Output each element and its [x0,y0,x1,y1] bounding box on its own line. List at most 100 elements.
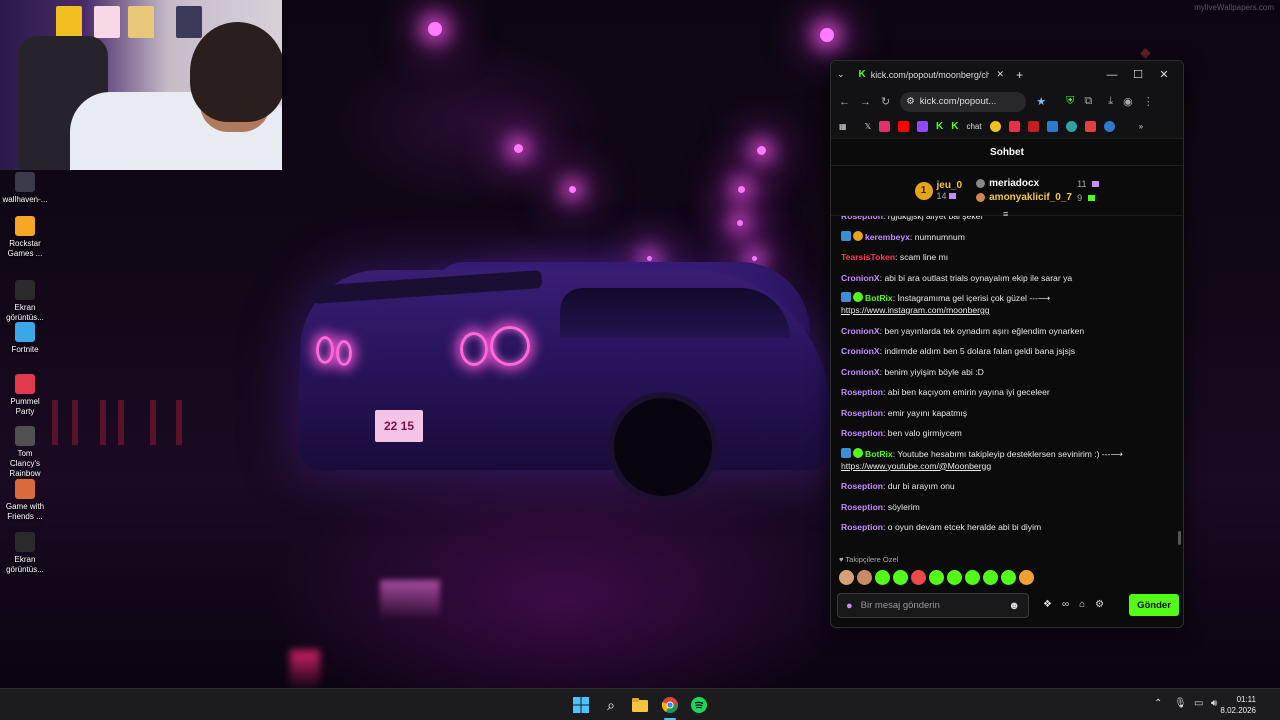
desktop-icon[interactable]: Fortnite [2,322,48,355]
bookmark-icon[interactable] [1008,121,1020,132]
forward-icon[interactable]: → [860,96,871,108]
microphone-tray-icon[interactable]: 🎙︎ [1174,698,1187,709]
chat-username[interactable]: TearsisToken [841,252,895,262]
bookmark-icon[interactable] [1065,121,1077,132]
back-icon[interactable]: ← [839,96,850,108]
bookmark-icon[interactable] [1046,121,1058,132]
extensions-icon[interactable]: ⧉ [1084,95,1092,108]
chat-username[interactable]: BotRix [865,293,893,303]
bookmark-star-icon[interactable]: ★ [1036,95,1046,108]
desktop-icon[interactable]: Ekran görüntüs... [2,280,48,323]
kick-chat-bookmark-icon[interactable]: K [951,121,958,132]
license-plate: 22 15 [375,410,423,442]
file-explorer-icon[interactable] [630,695,650,715]
leaderboard-third[interactable]: amonyaklicif_0_7 9 [976,192,1099,203]
message-input[interactable]: ● Bir mesaj gönderin ☻ [837,593,1029,618]
kick-favicon-icon: K [858,69,866,80]
chat-message-link[interactable]: https://www.youtube.com/@Moonbergg [841,461,991,471]
emote-icon[interactable] [983,570,998,585]
leaderboard-first[interactable]: 1 jeu_0 14 [914,180,962,201]
profile-avatar-icon[interactable]: ◉ [1123,95,1133,108]
gift-store-icon[interactable]: ⌂ [1079,599,1085,610]
emote-icon[interactable] [857,570,872,585]
maximize-icon[interactable]: ☐ [1125,68,1151,81]
minimize-icon[interactable]: — [1099,69,1125,81]
chat-username[interactable]: CronionX [841,326,880,336]
shield-extension-icon[interactable]: ⛨ [1066,95,1074,108]
desktop-icon[interactable]: Ekran görüntüs... [2,532,48,575]
microphone-icon[interactable]: ● [846,600,853,612]
tab-list-chevron-icon[interactable]: ⌄ [837,69,845,80]
emoji-picker-icon[interactable]: ☻ [1008,600,1020,612]
chat-username[interactable]: BotRix [865,449,893,459]
bookmark-icon[interactable] [989,121,1001,132]
browser-menu-icon[interactable]: ⋮ [1143,95,1154,108]
chat-message-link[interactable]: https://www.instagram.com/moonbergg [841,305,990,315]
chat-username[interactable]: Roseption [841,387,883,397]
emote-icon[interactable] [947,570,962,585]
chat-scrollbar[interactable] [1178,531,1181,545]
chat-username[interactable]: Roseption [841,481,883,491]
new-tab-icon[interactable]: + [1016,68,1023,82]
chat-settings-icon[interactable]: ⚙ [1095,599,1104,610]
user-badge-icon [841,292,851,302]
chat-username[interactable]: Roseption [841,216,883,221]
taillight [336,340,352,366]
desktop-icon[interactable]: Game with Friends ... [2,479,48,522]
chat-message-text: : abi bi ara outlast trials oynayalım ek… [879,272,1073,283]
desktop-icon[interactable]: Rockstar Games ... [2,216,48,259]
kicks-icon[interactable]: ❖ [1043,599,1052,610]
leaderboard-second[interactable]: meriadocx 11 [976,178,1100,189]
chat-message-text: : scam line mı [895,252,949,262]
chat-message-text: : emir yayını kapatmış [883,407,968,418]
x-twitter-icon[interactable]: 𝕏 [865,122,871,131]
youtube-icon[interactable] [898,121,910,132]
bookmark-icon[interactable] [1027,121,1039,132]
browser-tab[interactable]: K kick.com/popout/moonberg/ch [859,69,989,80]
emote-icon[interactable] [929,570,944,585]
start-icon[interactable] [571,695,591,715]
desktop-icon[interactable]: Pummel Party [2,374,48,417]
emote-icon[interactable] [839,570,854,585]
close-window-icon[interactable]: ✕ [1151,68,1177,81]
chat-username[interactable]: CronionX [841,367,880,377]
spotify-icon[interactable] [689,695,709,715]
emote-icon[interactable] [1001,570,1016,585]
chat-username[interactable]: Roseption [841,502,883,512]
emote-icon[interactable] [893,570,908,585]
address-bar[interactable]: ⚙ kick.com/popout... [900,91,1027,112]
tab-close-icon[interactable]: ✕ [997,69,1005,80]
chat-message-text: : ben valo girmiycem [883,428,962,438]
chat-bookmark-label[interactable]: chat [966,122,981,131]
chat-username[interactable]: CronionX [841,346,880,356]
chrome-icon[interactable] [660,695,680,715]
kick-bookmark-icon[interactable]: K [936,121,943,132]
desktop-icon[interactable]: wallhaven-... [2,172,48,205]
instagram-icon[interactable] [879,121,891,132]
network-icon[interactable]: ▭ [1194,698,1203,709]
bookmark-icon[interactable] [1084,121,1096,132]
emote-icon[interactable] [875,570,890,585]
send-button[interactable]: Gönder [1129,594,1179,616]
bookmark-icon[interactable] [1103,121,1115,132]
download-icon[interactable]: ⤓ [1108,95,1113,108]
tray-overflow-icon[interactable]: ⌃ [1154,698,1162,709]
chat-username[interactable]: CronionX [841,273,880,283]
search-icon[interactable]: ⌕ [601,695,621,715]
system-clock[interactable]: 01:11 8.02.2026 [1220,694,1256,716]
more-bookmarks-icon[interactable]: » [1139,122,1143,131]
chat-username[interactable]: Roseption [841,522,883,532]
site-info-icon[interactable]: ⚙ [906,96,915,107]
emote-icon[interactable] [965,570,980,585]
reload-icon[interactable]: ↻ [881,95,890,108]
infinity-icon[interactable]: ∞ [1062,599,1069,610]
volume-icon[interactable]: 🔊︎ [1211,698,1217,709]
chat-username[interactable]: kerembeyx [865,232,910,242]
chat-username[interactable]: Roseption [841,428,883,438]
emote-icon[interactable] [911,570,926,585]
apps-grid-icon[interactable]: ▦ [839,122,847,131]
neon-lamp [647,256,652,261]
twitch-icon[interactable] [917,121,929,132]
emote-icon[interactable] [1019,570,1034,585]
chat-username[interactable]: Roseption [841,408,883,418]
